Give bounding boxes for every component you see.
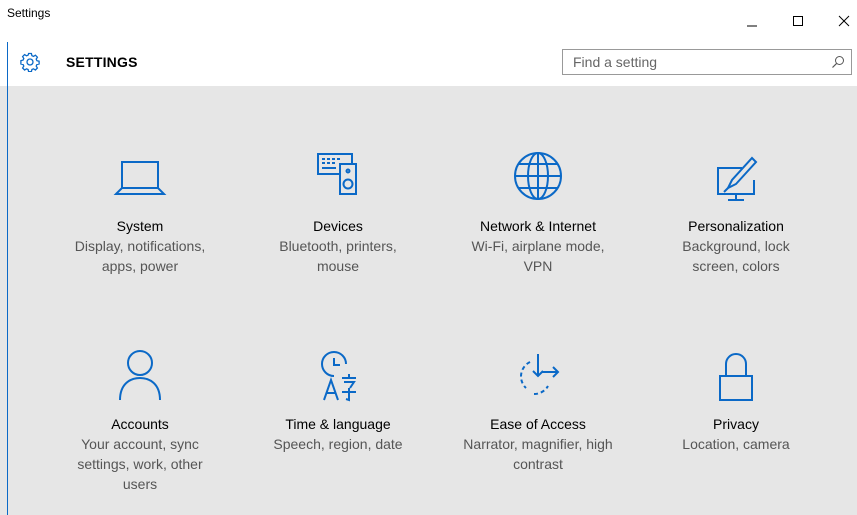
tile-time-language[interactable]: Time & language Speech, region, date [243, 348, 433, 454]
close-button[interactable] [821, 0, 857, 42]
minimize-button[interactable] [729, 0, 775, 42]
tile-system[interactable]: System Display, notifications, apps, pow… [45, 150, 235, 276]
tile-description: Location, camera [682, 436, 790, 452]
tile-description: Wi-Fi, airplane mode, VPN [471, 238, 605, 274]
clock-language-icon [321, 351, 356, 402]
gear-icon [20, 52, 40, 72]
tile-privacy[interactable]: Privacy Location, camera [641, 348, 831, 454]
maximize-button[interactable] [775, 0, 821, 42]
tile-accounts[interactable]: Accounts Your account, sync settings, wo… [45, 348, 235, 494]
title-bar[interactable]: Settings [0, 0, 857, 42]
search-box[interactable] [562, 49, 852, 75]
tile-network-internet[interactable]: Network & Internet Wi-Fi, airplane mode,… [443, 150, 633, 276]
tile-description: Your account, sync settings, work, other… [77, 436, 203, 492]
laptop-icon [113, 161, 167, 195]
tile-description: Bluetooth, printers, mouse [279, 238, 397, 274]
tile-description: Display, notifications, apps, power [74, 238, 206, 274]
ease-of-access-icon [520, 354, 560, 396]
search-input[interactable] [563, 50, 833, 74]
minimize-icon [747, 25, 757, 27]
page-title: SETTINGS [66, 54, 138, 70]
search-icon[interactable] [831, 55, 845, 69]
settings-header: SETTINGS [0, 42, 857, 86]
tile-name: Accounts [111, 416, 169, 432]
tile-name: Ease of Access [490, 416, 586, 432]
tile-description: Speech, region, date [273, 436, 403, 452]
lock-icon [719, 353, 753, 401]
settings-window: Settings SETTINGS Find a setting System … [0, 0, 857, 515]
tile-description: Narrator, magnifier, high contrast [463, 436, 613, 472]
tile-name: Time & language [285, 416, 391, 432]
tile-name: System [116, 218, 164, 234]
tile-devices[interactable]: Devices Bluetooth, printers, mouse [243, 150, 433, 276]
window-border [7, 42, 8, 515]
tile-name: Privacy [713, 416, 759, 432]
person-icon [119, 350, 161, 401]
tile-personalization[interactable]: Personalization Background, lock screen,… [641, 150, 831, 276]
tile-description: Background, lock screen, colors [682, 238, 790, 274]
maximize-icon [793, 16, 803, 26]
keyboard-speaker-icon [317, 153, 357, 195]
tile-name: Personalization [688, 218, 784, 234]
paintbrush-screen-icon [717, 156, 758, 201]
tile-name: Devices [313, 218, 363, 234]
window-title: Settings [7, 6, 51, 20]
tile-ease-of-access[interactable]: Ease of Access Narrator, magnifier, high… [443, 348, 633, 474]
globe-icon [514, 152, 562, 200]
tile-name: Network & Internet [480, 218, 596, 234]
close-icon [838, 15, 850, 27]
